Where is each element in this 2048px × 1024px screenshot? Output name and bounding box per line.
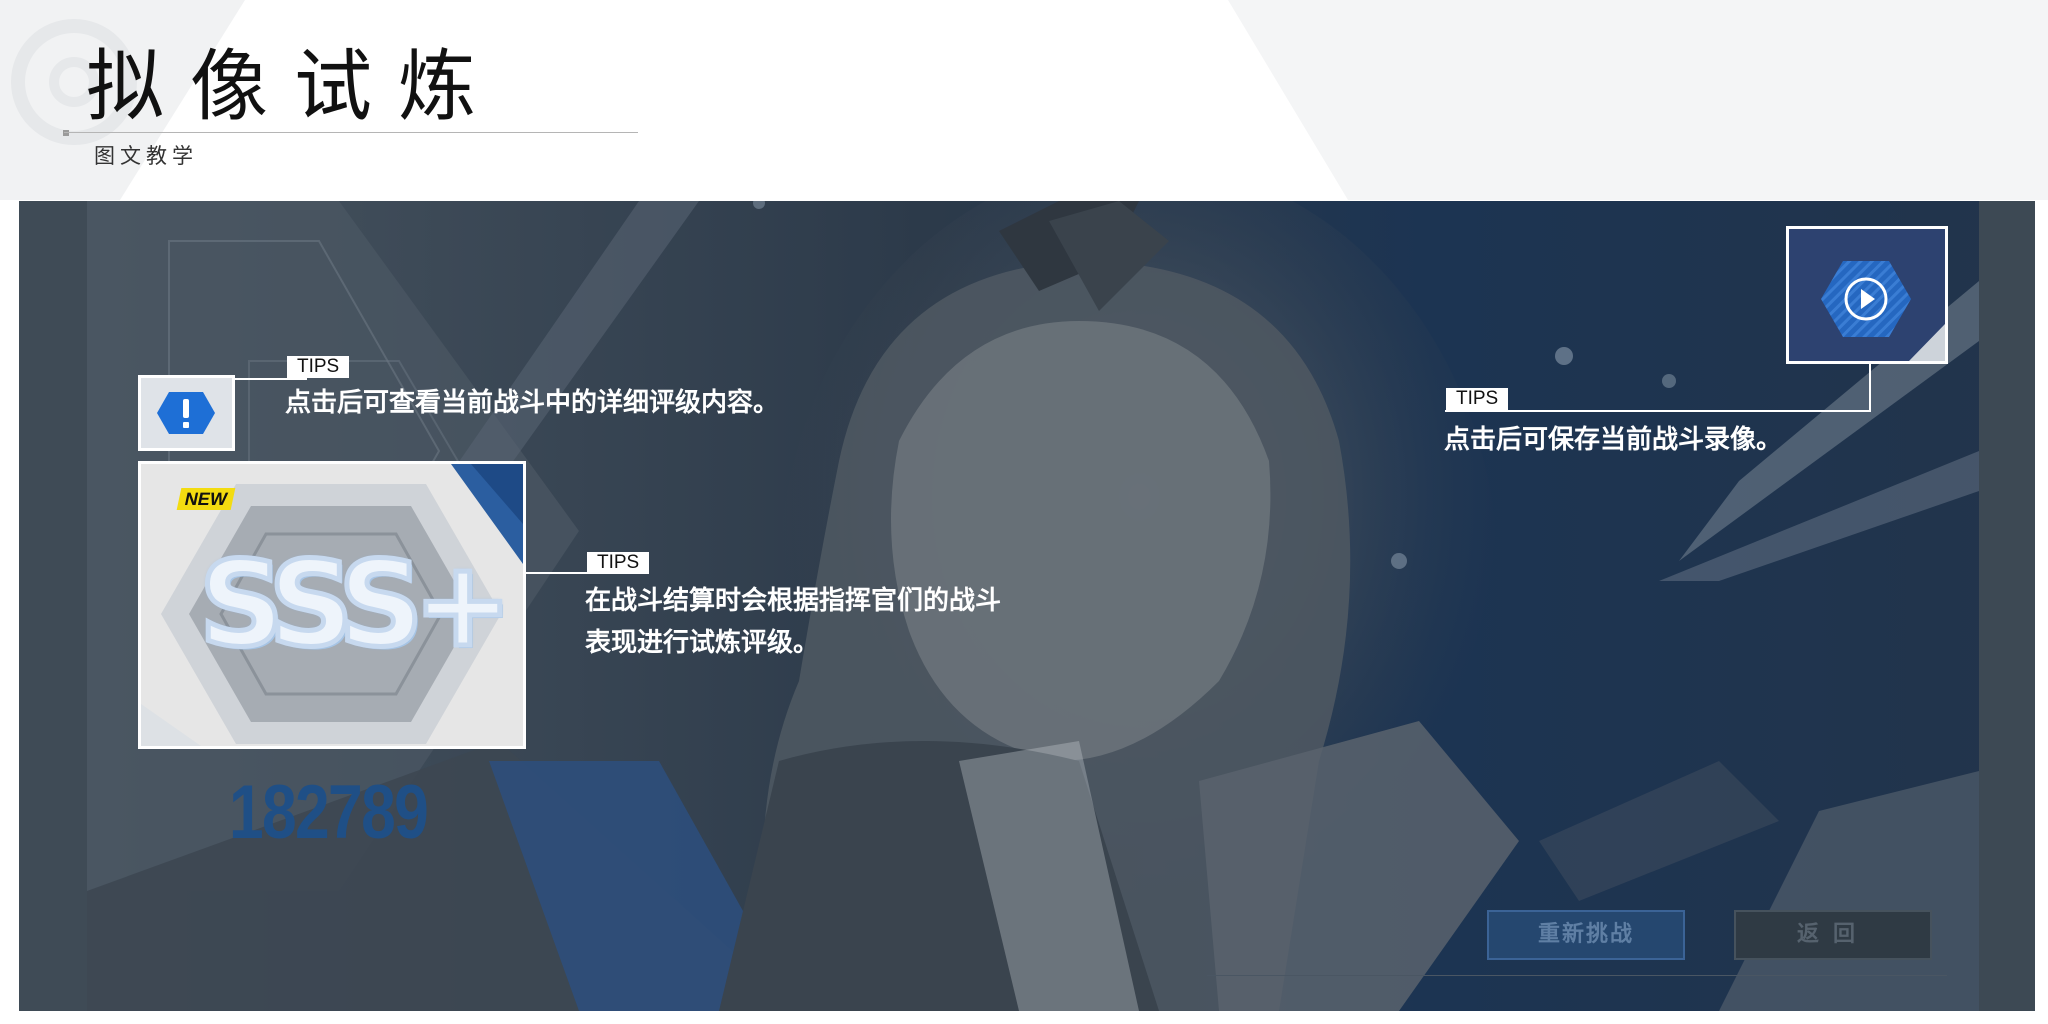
page-title: 拟像试炼	[86, 42, 503, 132]
alert-hex-icon	[157, 392, 215, 434]
tip2-text-line2: 表现进行试炼评级。	[585, 628, 820, 658]
bottom-divider	[1207, 975, 1947, 976]
page-subtitle: 图文教学	[94, 144, 198, 168]
tip3-connector-horizontal	[1445, 410, 1871, 412]
tip2-text-line1: 在战斗结算时会根据指挥官们的战斗	[585, 586, 1002, 616]
back-button[interactable]: 返回	[1734, 910, 1932, 960]
tip3-tag: TIPS	[1446, 388, 1509, 410]
tip1-text: 点击后可查看当前战斗中的详细评级内容。	[285, 388, 780, 418]
title-divider	[64, 132, 638, 133]
tip1-tag: TIPS	[287, 356, 350, 378]
header-decoration-right	[1228, 0, 2048, 200]
tip1-connector	[235, 378, 307, 380]
rank-result-card: NEW SSS+	[138, 461, 526, 749]
save-recording-button[interactable]	[1786, 226, 1948, 364]
battle-score: 182789	[229, 770, 429, 855]
play-hex-icon	[1821, 261, 1945, 361]
tip3-connector-vertical	[1869, 364, 1871, 412]
tip2-tag: TIPS	[587, 552, 650, 574]
rating-detail-button[interactable]	[138, 375, 235, 451]
game-screenshot-panel: NEW SSS+ 182789 TIPS 点击后可查看当前战斗中的详细评级内容。…	[19, 201, 2035, 1011]
tip3-text: 点击后可保存当前战斗录像。	[1444, 425, 1783, 455]
title-rule-dot	[63, 130, 69, 136]
rank-grade: SSS+	[197, 533, 515, 676]
retry-button[interactable]: 重新挑战	[1487, 910, 1685, 960]
